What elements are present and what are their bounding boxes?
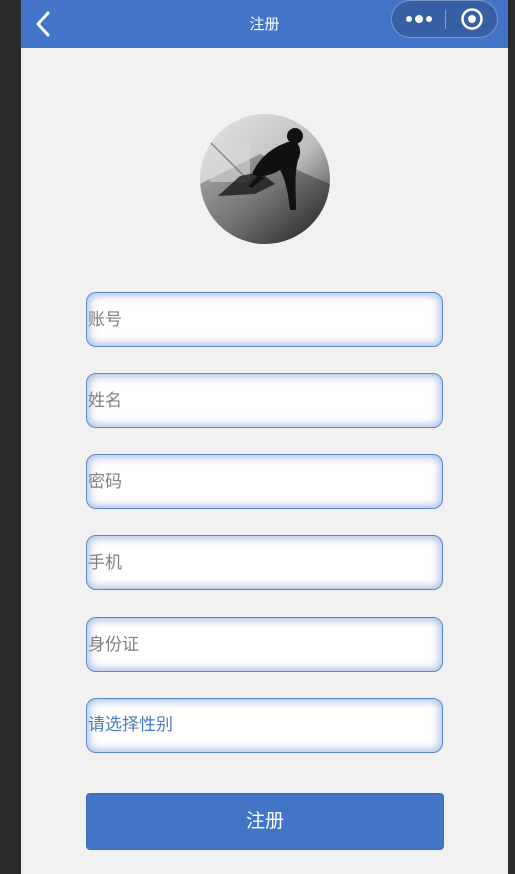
gender-picker[interactable]: 请选择性别 (86, 698, 443, 753)
name-field[interactable] (86, 373, 443, 428)
close-button[interactable] (446, 1, 497, 37)
name-input[interactable] (87, 374, 442, 427)
gender-picker-label: 请选择性别 (88, 715, 173, 735)
avatar-photo (200, 114, 330, 244)
register-button[interactable]: 注册 (86, 793, 444, 850)
register-page: 注册 账号 姓名 手机 身份证 请选择性别 注册 (21, 0, 508, 874)
navigation-bar: 注册 (21, 0, 508, 48)
account-input[interactable] (87, 293, 442, 346)
account-field[interactable] (86, 292, 443, 347)
idcard-field[interactable] (86, 617, 443, 672)
password-input[interactable] (87, 455, 442, 508)
phone-input[interactable] (87, 536, 442, 589)
more-button[interactable] (392, 1, 445, 37)
more-dots-icon (405, 15, 432, 23)
mini-program-capsule (391, 0, 498, 38)
idcard-input[interactable] (87, 618, 442, 671)
phone-field[interactable] (86, 535, 443, 590)
password-field[interactable] (86, 454, 443, 509)
target-circle-icon (460, 8, 483, 30)
avatar[interactable] (200, 114, 330, 244)
